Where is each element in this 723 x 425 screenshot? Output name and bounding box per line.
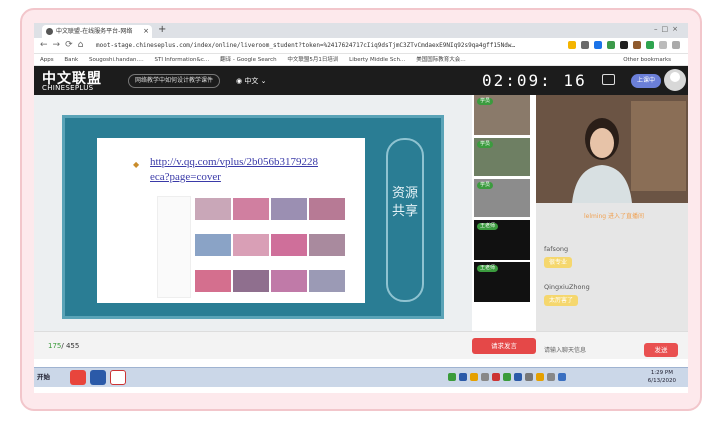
participant-video[interactable]: 学员 [474, 179, 530, 217]
screen-icon[interactable] [602, 74, 615, 85]
thumbnail[interactable] [309, 270, 345, 292]
thumbnail-sidebar [157, 196, 191, 298]
chrome-icon[interactable] [70, 370, 86, 385]
system-message: lelming 进入了直播间 [583, 213, 645, 220]
thumbnail[interactable] [233, 270, 269, 292]
thumbnail[interactable] [195, 270, 231, 292]
user-avatar[interactable] [664, 69, 686, 91]
teacher-image [536, 95, 688, 203]
participant-label: 学员 [477, 98, 494, 105]
online-count: 175/ 455 [48, 342, 79, 350]
window-controls[interactable]: –□× [654, 25, 682, 33]
slide-card: ◆ http://v.qq.com/vplus/2b056b3179228 eca… [97, 138, 365, 303]
thumbnail[interactable] [195, 234, 231, 256]
chat-message: 很专业 [544, 257, 573, 268]
language-label: 中文 [244, 77, 259, 85]
side-title: 资源共享 [386, 138, 424, 302]
bookmark[interactable]: 中文联盟5月1日培训 [287, 57, 338, 63]
teacher-video[interactable] [536, 95, 688, 203]
screenshot: 中文联盟-在线服务平台-网络 × + –□× ←→⟳⌂ moot-stage.c… [34, 23, 688, 393]
participant-video[interactable]: 王老师 [474, 262, 530, 302]
system-clock[interactable]: 1:29 PM 6/13/2020 [648, 369, 676, 385]
online-number: 175 [48, 342, 62, 350]
pdf-icon[interactable] [110, 370, 126, 385]
bookmark[interactable]: Sougoshi.handan.… [89, 57, 144, 63]
browser-tabbar: 中文联盟-在线服务平台-网络 × + –□× [34, 23, 688, 38]
bookmark[interactable]: Bank [64, 57, 78, 63]
thumbnail[interactable] [195, 198, 231, 220]
chat-username: fafsong [544, 245, 569, 253]
bookmark-apps[interactable]: Apps [40, 57, 54, 63]
tab-title: 中文联盟-在线服务平台-网络 [56, 28, 133, 35]
slide: ◆ http://v.qq.com/vplus/2b056b3179228 eca… [62, 115, 444, 319]
thumbnail[interactable] [233, 198, 269, 220]
send-button[interactable]: 发送 [644, 343, 678, 357]
bookmark[interactable]: 翻译 - Google Search [220, 57, 277, 63]
taskbar: 开始 1:29 PM 6/13/2020 [34, 367, 688, 387]
raise-hand-button[interactable]: 请求发言 [472, 338, 536, 354]
start-button[interactable]: 开始 [37, 371, 50, 384]
logo-en: CHINESEPLUS [42, 84, 94, 92]
thumbnail[interactable] [309, 198, 345, 220]
chat-panel: lelming 进入了直播间 fafsong 很专业 QingxiuZhong … [536, 203, 688, 331]
bullet-icon: ◆ [133, 160, 140, 169]
bookmark[interactable]: STI Information&c… [154, 57, 209, 63]
bookmark[interactable]: Liberty Middle Sch… [349, 57, 405, 63]
courseware-area: ◆ http://v.qq.com/vplus/2b056b3179228 eca… [34, 95, 472, 331]
page-icon [46, 28, 53, 35]
thumbnail[interactable] [233, 234, 269, 256]
chat-message: 太厉害了 [544, 295, 579, 306]
course-title[interactable]: 网络教学中如何设计教学课件 [128, 74, 221, 88]
participant-label: 王老师 [477, 265, 499, 272]
participant-video[interactable]: 学员 [474, 138, 530, 176]
app-header: 中文联盟 CHINESEPLUS 网络教学中如何设计教学课件 ◉ 中文 ⌄ 02… [34, 66, 688, 95]
word-icon[interactable] [90, 370, 106, 385]
thumbnail[interactable] [309, 234, 345, 256]
bookmark[interactable]: 美国国际教育大会… [416, 57, 466, 63]
url-input[interactable]: moot-stage.chineseplus.com/index/online/… [96, 40, 546, 52]
resource-link[interactable]: http://v.qq.com/vplus/2b056b3179228 eca?p… [150, 155, 318, 185]
participant-label: 王老师 [477, 223, 499, 230]
browser-tab[interactable]: 中文联盟-在线服务平台-网络 × [42, 25, 152, 38]
participant-video[interactable]: 王老师 [474, 220, 530, 260]
language-selector[interactable]: ◉ 中文 ⌄ [236, 74, 266, 88]
participant-label: 学员 [477, 141, 494, 148]
clock-date: 6/13/2020 [647, 378, 676, 384]
link-line-1: http://v.qq.com/vplus/2b056b3179228 [150, 156, 318, 168]
thumbnail[interactable] [271, 234, 307, 256]
bottom-bar: 175/ 455 请求发言 请输入聊天信息 发送 [34, 331, 688, 359]
extension-icons[interactable] [568, 41, 680, 49]
class-status-button[interactable]: 上课中 [631, 74, 661, 88]
clock-time: 1:29 PM [650, 370, 673, 376]
bookmarks-bar: Apps Bank Sougoshi.handan.… STI Informat… [34, 54, 688, 66]
close-tab-icon[interactable]: × [143, 25, 149, 38]
other-bookmarks[interactable]: Other bookmarks [623, 54, 671, 65]
participant-label: 学员 [477, 182, 494, 189]
new-tab-icon[interactable]: + [158, 24, 166, 35]
address-bar: ←→⟳⌂ moot-stage.chineseplus.com/index/on… [34, 38, 688, 54]
nav-icons[interactable]: ←→⟳⌂ [40, 40, 88, 50]
thumbnail[interactable] [271, 270, 307, 292]
participant-video[interactable]: 学员 [474, 95, 530, 135]
total-number: / 455 [61, 342, 80, 350]
system-tray-icons[interactable] [448, 373, 566, 381]
chat-input[interactable]: 请输入聊天信息 [544, 345, 586, 354]
link-line-2: eca?page=cover [150, 171, 221, 183]
thumbnail[interactable] [271, 198, 307, 220]
class-timer: 02:09: 16 [482, 71, 587, 90]
chat-username: QingxiuZhong [544, 283, 590, 291]
video-thumbnails [157, 196, 345, 300]
